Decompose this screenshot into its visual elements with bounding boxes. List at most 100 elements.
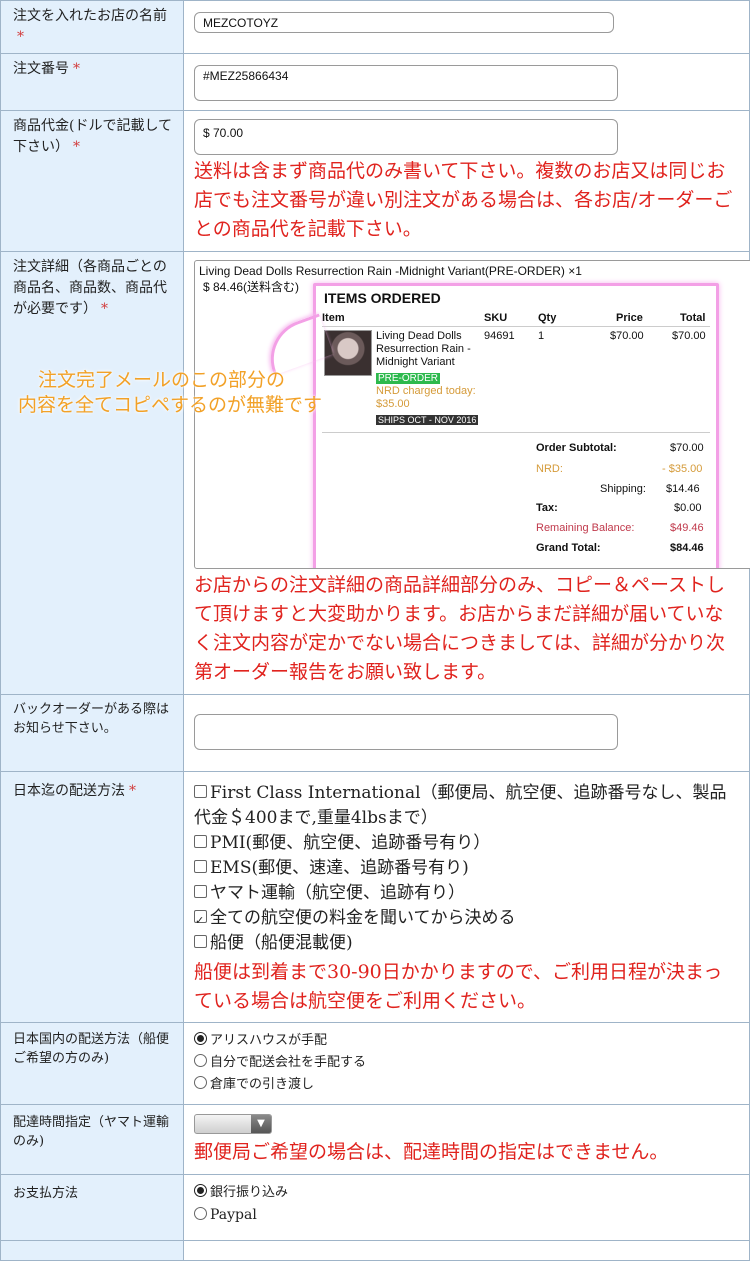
payment-label: お支払方法 — [0, 1174, 184, 1241]
preorder-tag: PRE-ORDER — [376, 373, 441, 384]
price-cell: $ 70.00 送料は含まず商品代のみ書いて下さい。複数のお店又は同じお店でも注… — [183, 110, 750, 252]
overlay-line-2: 内容を全てコピペするのが無難です — [18, 394, 323, 416]
next-cell — [183, 1240, 750, 1261]
row-price: 商品代金(ドルで記載して下さい） * $ 70.00 送料は含まず商品代のみ書いて… — [0, 110, 750, 252]
delivery-time-cell: ▼ 郵便局ご希望の場合は、配達時間の指定はできません。 — [183, 1104, 750, 1175]
header-item: Item — [322, 312, 345, 324]
row-shop: 注文を入れたお店の名前* MEZCOTOYZ — [0, 0, 750, 54]
checkbox-icon[interactable] — [194, 935, 207, 948]
divider — [322, 326, 710, 327]
shop-name-input[interactable]: MEZCOTOYZ — [194, 12, 614, 33]
remaining-label: Remaining Balance: — [536, 522, 635, 534]
intl-option[interactable]: ヤマト運輸（航空便、追跡有り） — [194, 881, 739, 906]
header-qty: Qty — [538, 312, 557, 324]
subtotal-label: Order Subtotal: — [536, 442, 617, 454]
row-backorder: バックオーダーがある際はお知らせ下さい。 — [0, 694, 750, 772]
radio-icon[interactable] — [194, 1054, 207, 1067]
remaining-value: $49.46 — [670, 522, 704, 534]
ships-tag: SHIPS OCT - NOV 2016 — [376, 415, 479, 425]
intl-option[interactable]: PMI(郵便、航空便、追跡番号有り） — [194, 831, 739, 856]
nrd-value: - $35.00 — [662, 463, 703, 475]
checkbox-icon[interactable] — [194, 860, 207, 873]
shipping-label: Shipping: — [600, 483, 646, 495]
row-order-no: 注文番号 * #MEZ25866434 — [0, 53, 750, 111]
required-mark: * — [129, 783, 136, 799]
delivery-time-select[interactable]: ▼ — [194, 1114, 272, 1134]
grand-total-label: Grand Total: — [536, 542, 601, 554]
tax-label: Tax: — [536, 502, 558, 514]
backorder-input[interactable] — [194, 714, 618, 750]
item-name: Living Dead Dolls Resurrection Rain - Mi… — [376, 330, 471, 368]
order-number-input[interactable]: #MEZ25866434 — [194, 65, 618, 101]
checkbox-icon[interactable] — [194, 835, 207, 848]
shipping-intl-label: 日本迄の配送方法 * — [0, 771, 184, 1023]
dom-option[interactable]: 自分で配送会社を手配する — [194, 1052, 739, 1074]
detail-label: 注文詳細（各商品ごとの商品名、商品数、商品代が必要です） * — [0, 251, 184, 695]
required-mark: * — [73, 139, 80, 155]
price-note: 送料は含まず商品代のみ書いて下さい。複数のお店又は同じお店でも注文番号が違い別注… — [194, 160, 733, 240]
shipping-intl-cell: First Class International（郵便局、航空便、追跡番号なし… — [183, 771, 750, 1023]
item-sku: 94691 — [484, 330, 515, 342]
detail-note: お店からの注文詳細の商品詳細部分のみ、コピー＆ペーストして頂けますと大変助かりま… — [194, 574, 726, 683]
dom-option[interactable]: アリスハウスが手配 — [194, 1030, 739, 1052]
order-form: 注文を入れたお店の名前* MEZCOTOYZ 注文番号 * #MEZ2586643… — [0, 0, 750, 1261]
intl-option[interactable]: EMS(郵便、速達、追跡番号有り) — [194, 856, 739, 881]
payment-cell: 銀行振り込み Paypal — [183, 1174, 750, 1241]
dom-option[interactable]: 倉庫での引き渡し — [194, 1074, 739, 1096]
checkbox-checked-icon[interactable] — [194, 908, 207, 933]
subtotal-value: $70.00 — [670, 442, 704, 454]
radio-icon[interactable] — [194, 1076, 207, 1089]
overlay-annotation: 注文完了メールのこの部分の 内容を全てコピペするのが無難です — [18, 368, 322, 418]
delivery-time-label: 配達時間指定（ヤマト運輸のみ) — [0, 1104, 184, 1175]
detail-line-1: Living Dead Dolls Resurrection Rain -Mid… — [199, 264, 582, 278]
row-delivery-time: 配達時間指定（ヤマト運輸のみ) ▼ 郵便局ご希望の場合は、配達時間の指定はできま… — [0, 1104, 750, 1175]
required-mark: * — [101, 301, 108, 317]
required-mark: * — [17, 29, 24, 45]
nrd-label: NRD: — [536, 463, 563, 475]
row-payment: お支払方法 銀行振り込み Paypal — [0, 1174, 750, 1241]
header-total: Total — [680, 312, 706, 324]
tax-value: $0.00 — [674, 502, 702, 514]
intl-option[interactable]: 船便（船便混載便) — [194, 931, 739, 956]
checkbox-icon[interactable] — [194, 885, 207, 898]
chevron-down-icon: ▼ — [251, 1115, 271, 1133]
backorder-cell — [183, 694, 750, 772]
payment-option[interactable]: Paypal — [194, 1204, 739, 1226]
intl-option[interactable]: 全ての航空便の料金を聞いてから決める — [194, 906, 739, 933]
intl-option[interactable]: First Class International（郵便局、航空便、追跡番号なし… — [194, 781, 739, 831]
item-total: $70.00 — [672, 330, 706, 342]
next-label — [0, 1240, 184, 1261]
shipping-dom-label: 日本国内の配送方法（船便ご希望の方のみ) — [0, 1022, 184, 1105]
nrd-charged: NRD charged today: $35.00 — [376, 385, 476, 410]
shop-cell: MEZCOTOYZ — [183, 0, 750, 54]
radio-icon[interactable] — [194, 1207, 207, 1220]
order-no-label: 注文番号 * — [0, 53, 184, 111]
checkbox-icon[interactable] — [194, 785, 207, 798]
header-sku: SKU — [484, 312, 508, 324]
shipping-intl-note: 船便は到着まで30-90日かかりますので、ご利用日程が決まっている場合は航空便を… — [194, 961, 723, 1012]
item-qty: 1 — [538, 330, 545, 342]
radio-selected-icon[interactable] — [194, 1184, 207, 1197]
shop-label: 注文を入れたお店の名前* — [0, 0, 184, 54]
grand-total-value: $84.46 — [670, 542, 704, 554]
divider — [322, 432, 710, 433]
payment-option[interactable]: 銀行振り込み — [194, 1182, 739, 1204]
header-price: Price — [616, 312, 643, 324]
overlay-line-1: 注文完了メールのこの部分の — [38, 369, 286, 391]
detail-cell: Living Dead Dolls Resurrection Rain -Mid… — [183, 251, 750, 695]
shipping-dom-cell: アリスハウスが手配 自分で配送会社を手配する 倉庫での引き渡し — [183, 1022, 750, 1105]
order-no-cell: #MEZ25866434 — [183, 53, 750, 111]
order-email-screenshot: ITEMS ORDERED Item SKU Qty Price Total L… — [313, 283, 719, 568]
item-price: $70.00 — [610, 330, 644, 342]
backorder-label: バックオーダーがある際はお知らせ下さい。 — [0, 694, 184, 772]
row-shipping-intl: 日本迄の配送方法 * First Class International（郵便局、… — [0, 771, 750, 1023]
price-label: 商品代金(ドルで記載して下さい） * — [0, 110, 184, 252]
row-next — [0, 1240, 750, 1261]
items-ordered-title: ITEMS ORDERED — [324, 290, 441, 306]
row-detail: 注文詳細（各商品ごとの商品名、商品数、商品代が必要です） * Living Dea… — [0, 251, 750, 695]
required-mark: * — [73, 61, 80, 77]
price-input[interactable]: $ 70.00 — [194, 119, 618, 155]
shipping-value: $14.46 — [666, 483, 700, 495]
row-shipping-dom: 日本国内の配送方法（船便ご希望の方のみ) アリスハウスが手配 自分で配送会社を手… — [0, 1022, 750, 1105]
radio-selected-icon[interactable] — [194, 1032, 207, 1045]
